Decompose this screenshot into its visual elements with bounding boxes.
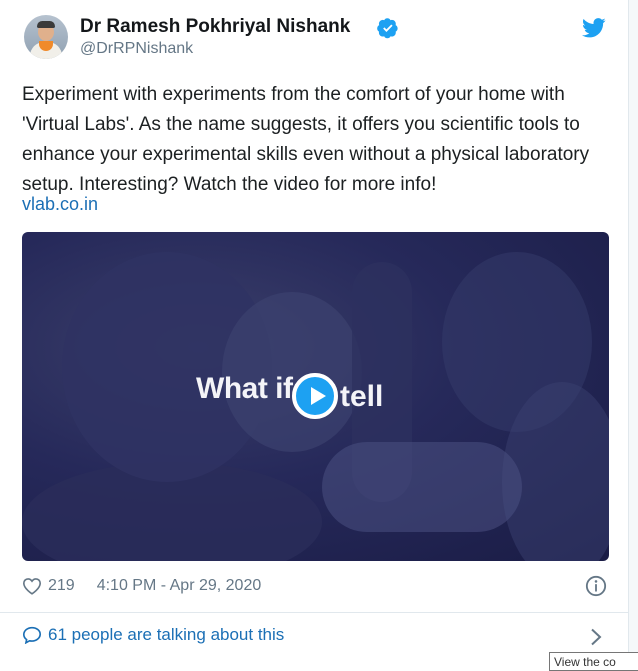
video-player[interactable]: What if tell xyxy=(22,232,609,561)
chevron-right-icon[interactable] xyxy=(590,628,602,646)
author-handle[interactable]: @DrRPNishank xyxy=(80,40,193,58)
tweet-text: Experiment with experiments from the com… xyxy=(22,84,590,195)
tweet-card: Dr Ramesh Pokhriyal Nishank @DrRPNishank… xyxy=(0,0,629,669)
timestamp[interactable]: 4:10 PM - Apr 29, 2020 xyxy=(97,577,262,595)
comment-bubble-icon xyxy=(22,626,42,644)
heart-icon[interactable] xyxy=(22,577,42,595)
info-icon[interactable] xyxy=(585,575,607,597)
conversation-text: 61 people are talking about this xyxy=(48,625,285,644)
page-edge xyxy=(629,0,638,669)
verified-badge-icon xyxy=(377,18,398,39)
video-overlay-text: What if xyxy=(196,372,293,405)
video-overlay-text-end: tell xyxy=(340,380,384,413)
conversation-link[interactable]: 61 people are talking about this xyxy=(22,625,284,645)
twitter-bird-icon[interactable] xyxy=(582,18,606,38)
tweet-link[interactable]: vlab.co.in xyxy=(22,194,98,215)
divider xyxy=(0,612,629,613)
tweet-meta: 219 4:10 PM - Apr 29, 2020 xyxy=(22,574,261,598)
tooltip: View the co xyxy=(549,652,638,671)
author-avatar[interactable] xyxy=(24,15,68,59)
like-count[interactable]: 219 xyxy=(48,577,75,595)
author-name[interactable]: Dr Ramesh Pokhriyal Nishank xyxy=(80,16,350,38)
play-icon[interactable] xyxy=(292,373,338,419)
